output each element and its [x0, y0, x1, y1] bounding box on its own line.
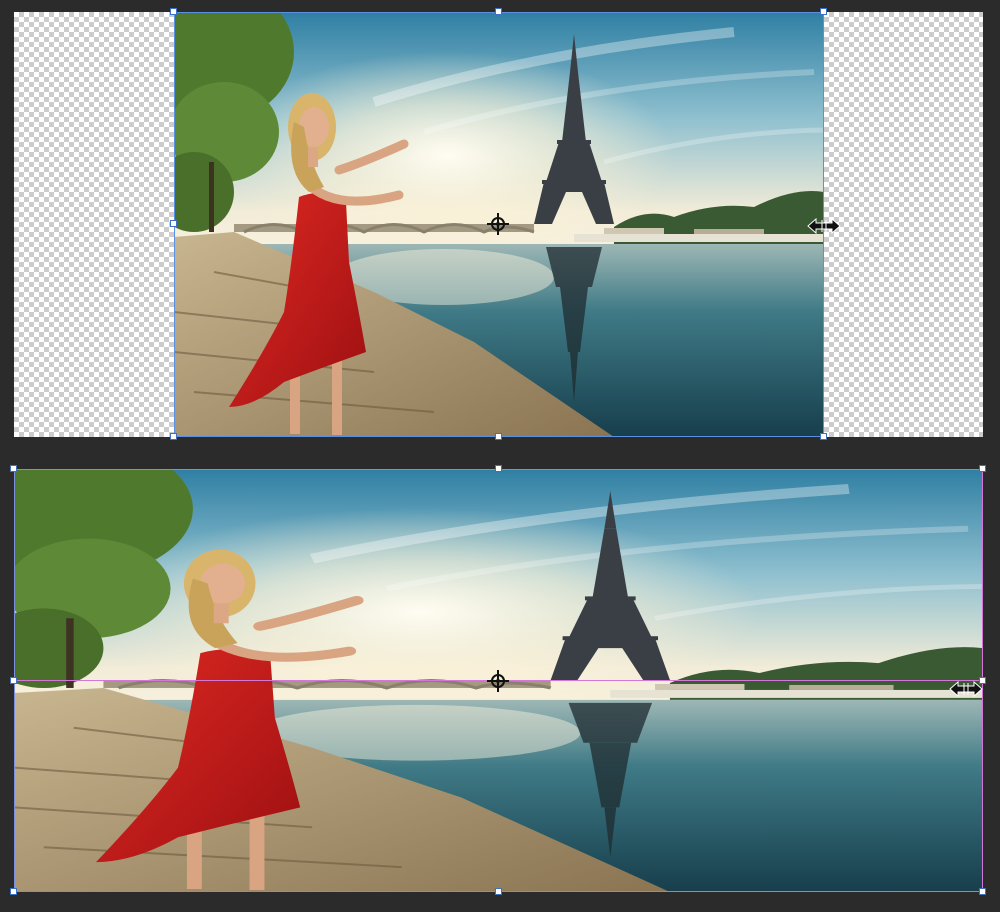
handle-bottom-center[interactable] — [495, 888, 502, 895]
handle-bottom-right[interactable] — [979, 888, 986, 895]
handle-top-right[interactable] — [979, 465, 986, 472]
transparent-area-right — [824, 12, 983, 437]
bottom-canvas-panel — [10, 465, 986, 895]
crosshair-icon[interactable] — [487, 670, 509, 692]
handle-top-left[interactable] — [10, 465, 17, 472]
horizontal-resize-icon — [949, 681, 983, 697]
handle-bottom-center[interactable] — [495, 433, 502, 440]
handle-middle-left[interactable] — [10, 677, 17, 684]
horizontal-resize-icon — [807, 218, 841, 234]
handle-top-center[interactable] — [495, 8, 502, 15]
handle-bottom-left[interactable] — [170, 433, 177, 440]
handle-bottom-right[interactable] — [820, 433, 827, 440]
handle-top-center[interactable] — [495, 465, 502, 472]
handle-top-left[interactable] — [170, 8, 177, 15]
handle-bottom-left[interactable] — [10, 888, 17, 895]
top-canvas-panel — [14, 8, 983, 440]
transparent-area-left — [14, 12, 174, 437]
handle-middle-left[interactable] — [170, 220, 177, 227]
handle-top-right[interactable] — [820, 8, 827, 15]
crosshair-icon[interactable] — [487, 213, 509, 235]
